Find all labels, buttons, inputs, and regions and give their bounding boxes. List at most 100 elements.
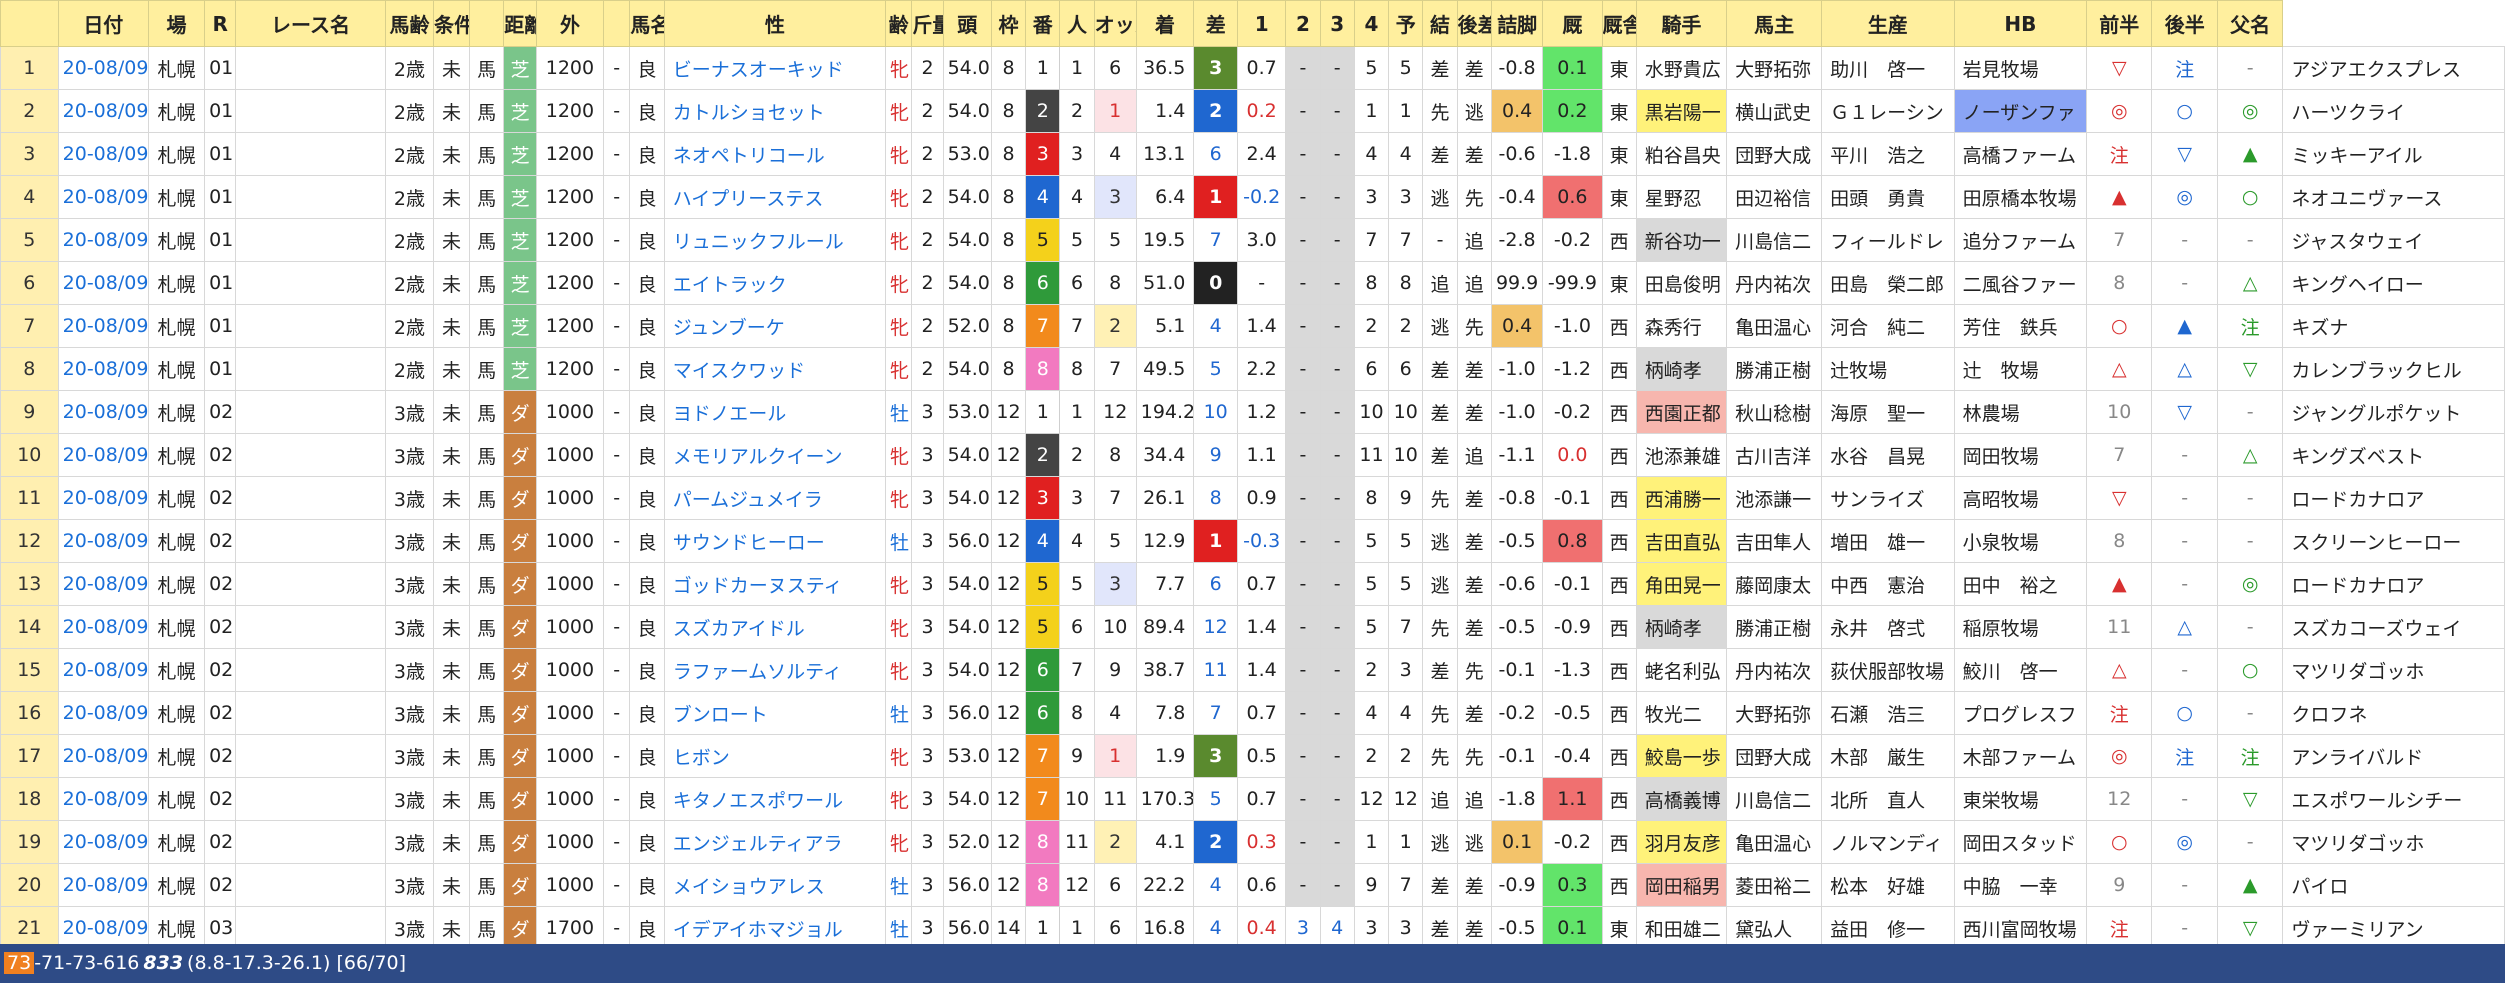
cell-horse[interactable]: ヨドノエール — [663, 390, 886, 434]
cell-horse[interactable]: ハイプリーステス — [663, 175, 886, 219]
column-header[interactable]: 馬齢 — [384, 0, 435, 47]
table-row[interactable]: 1 20-08/09 札幌 01 2歳未馬芝 1200- 良ビーナスオーキッド牝 2 54.0 8… — [0, 46, 2505, 90]
cell-date[interactable]: 20-08/09 — [57, 691, 150, 735]
table-row[interactable]: 11 20-08/09 札幌 02 3歳未馬ダ 1000- 良パームジュメイラ牝 3 54.0 1… — [0, 476, 2505, 520]
column-header[interactable]: 結 — [1422, 0, 1458, 47]
cell-date[interactable]: 20-08/09 — [57, 433, 150, 477]
cell-date[interactable]: 20-08/09 — [57, 648, 150, 692]
cell-date[interactable]: 20-08/09 — [57, 261, 150, 305]
column-header[interactable]: 2 — [1285, 0, 1321, 47]
table-row[interactable]: 19 20-08/09 札幌 02 3歳未馬ダ 1000- 良エンジェルティアラ牝 3 52.0… — [0, 820, 2505, 864]
table-row[interactable]: 10 20-08/09 札幌 02 3歳未馬ダ 1000- 良メモリアルクイーン牝 3 54.0… — [0, 433, 2505, 477]
cell-date[interactable]: 20-08/09 — [57, 476, 150, 520]
column-header[interactable]: 1 — [1236, 0, 1287, 47]
cell-date[interactable]: 20-08/09 — [57, 218, 150, 262]
cell-date[interactable]: 20-08/09 — [57, 519, 150, 563]
column-header[interactable] — [468, 0, 505, 47]
table-row[interactable]: 4 20-08/09 札幌 01 2歳未馬芝 1200- 良ハイプリーステス牝 2 54.0 8 4… — [0, 175, 2505, 219]
column-header[interactable]: 後差 — [1456, 0, 1492, 47]
column-header[interactable]: 齢 — [884, 0, 913, 47]
table-row[interactable]: 15 20-08/09 札幌 02 3歳未馬ダ 1000- 良ラファームソルティ牝 3 54.0… — [0, 648, 2505, 692]
cell-horse[interactable]: ブンロート — [663, 691, 886, 735]
cell-date[interactable]: 20-08/09 — [57, 132, 150, 176]
column-header[interactable]: レース名 — [235, 0, 386, 47]
cell-horse[interactable]: リュニックフルール — [663, 218, 886, 262]
column-header[interactable]: 前半 — [2086, 0, 2153, 47]
table-row[interactable]: 2 20-08/09 札幌 01 2歳未馬芝 1200- 良カトルショセット牝 2 54.0 8 2… — [0, 89, 2505, 133]
column-header[interactable]: 後半 — [2151, 0, 2218, 47]
column-header[interactable]: 詰脚 — [1490, 0, 1544, 47]
table-row[interactable]: 9 20-08/09 札幌 02 3歳未馬ダ 1000- 良ヨドノエール牡 3 53.0 12 1 1… — [0, 390, 2505, 434]
column-header[interactable]: 人 — [1059, 0, 1095, 47]
cell-date[interactable]: 20-08/09 — [57, 347, 150, 391]
cell-date[interactable]: 20-08/09 — [57, 390, 150, 434]
cell-horse[interactable]: サウンドヒーロー — [663, 519, 886, 563]
cell-horse[interactable]: ネオペトリコール — [663, 132, 886, 176]
cell-date[interactable]: 20-08/09 — [57, 863, 150, 907]
cell-horse[interactable]: メイショウアレス — [663, 863, 886, 907]
column-header[interactable] — [602, 0, 631, 47]
cell-date[interactable]: 20-08/09 — [57, 304, 150, 348]
cell-horse[interactable]: パームジュメイラ — [663, 476, 886, 520]
table-row[interactable]: 18 20-08/09 札幌 02 3歳未馬ダ 1000- 良キタノエスポワール牝 3 54.0… — [0, 777, 2505, 821]
column-header[interactable]: 馬主 — [1726, 0, 1823, 47]
column-header[interactable]: 頭 — [942, 0, 992, 47]
cell-horse[interactable]: スズカアイドル — [663, 605, 886, 649]
column-header[interactable]: 斤量 — [911, 0, 944, 47]
cell-date[interactable]: 20-08/09 — [57, 175, 150, 219]
column-header[interactable]: 場 — [147, 0, 206, 47]
column-header[interactable]: 父名 — [2216, 0, 2284, 47]
column-header[interactable]: R — [204, 0, 237, 47]
cell-sex: 牝 — [884, 777, 913, 821]
cell-horse[interactable]: エンジェルティアラ — [663, 820, 886, 864]
column-header[interactable]: 生産 — [1821, 0, 1955, 47]
column-header[interactable]: 着 — [1135, 0, 1195, 47]
cell-horse[interactable]: エイトラック — [663, 261, 886, 305]
cell-horse[interactable]: ヒボン — [663, 734, 886, 778]
column-header[interactable]: 3 — [1319, 0, 1355, 47]
cell-date[interactable]: 20-08/09 — [57, 89, 150, 133]
column-header[interactable]: 騎手 — [1635, 0, 1728, 47]
cell-date[interactable]: 20-08/09 — [57, 777, 150, 821]
column-header[interactable] — [0, 0, 59, 47]
cell-horse[interactable]: メモリアルクイーン — [663, 433, 886, 477]
table-row[interactable]: 20 20-08/09 札幌 02 3歳未馬ダ 1000- 良メイショウアレス牡 3 56.0 1… — [0, 863, 2505, 907]
table-row[interactable]: 7 20-08/09 札幌 01 2歳未馬芝 1200- 良ジュンブーケ牝 2 52.0 8 7 7 2… — [0, 304, 2505, 348]
column-header[interactable]: 4 — [1353, 0, 1390, 47]
cell-horse[interactable]: ゴッドカーヌスティ — [663, 562, 886, 606]
column-header[interactable]: 性 — [663, 0, 886, 47]
column-header[interactable]: 差 — [1193, 0, 1238, 47]
cell-date[interactable]: 20-08/09 — [57, 46, 150, 90]
cell-date[interactable]: 20-08/09 — [57, 820, 150, 864]
cell-horse[interactable]: ラファームソルティ — [663, 648, 886, 692]
table-row[interactable]: 12 20-08/09 札幌 02 3歳未馬ダ 1000- 良サウンドヒーロー牡 3 56.0 1… — [0, 519, 2505, 563]
cell-horse[interactable]: ジュンブーケ — [663, 304, 886, 348]
table-row[interactable]: 14 20-08/09 札幌 02 3歳未馬ダ 1000- 良スズカアイドル牝 3 54.0 12… — [0, 605, 2505, 649]
column-header[interactable]: 厩 — [1542, 0, 1603, 47]
table-row[interactable]: 6 20-08/09 札幌 01 2歳未馬芝 1200- 良エイトラック牝 2 54.0 8 6 6 8… — [0, 261, 2505, 305]
column-header[interactable]: 予 — [1388, 0, 1424, 47]
table-row[interactable]: 16 20-08/09 札幌 02 3歳未馬ダ 1000- 良ブンロート牡 3 56.0 12 6 8… — [0, 691, 2505, 735]
column-header[interactable]: 番 — [1025, 0, 1061, 47]
cell-horse[interactable]: キタノエスポワール — [663, 777, 886, 821]
column-header[interactable]: 距離 — [503, 0, 537, 47]
table-row[interactable]: 17 20-08/09 札幌 02 3歳未馬ダ 1000- 良ヒボン牝 3 53.0 12 7 9 1 1… — [0, 734, 2505, 778]
table-row[interactable]: 5 20-08/09 札幌 01 2歳未馬芝 1200- 良リュニックフルール牝 2 54.0 8… — [0, 218, 2505, 262]
cell-horse[interactable]: マイスクワッド — [663, 347, 886, 391]
cell-horse[interactable]: カトルショセット — [663, 89, 886, 133]
table-row[interactable]: 3 20-08/09 札幌 01 2歳未馬芝 1200- 良ネオペトリコール牝 2 53.0 8 3… — [0, 132, 2505, 176]
column-header[interactable]: 厩舎 — [1601, 0, 1637, 47]
cell-horse[interactable]: ビーナスオーキッド — [663, 46, 886, 90]
column-header[interactable]: HB — [1953, 0, 2088, 47]
column-header[interactable]: オッズ — [1093, 0, 1137, 47]
column-header[interactable]: 日付 — [57, 0, 150, 47]
column-header[interactable]: 枠 — [990, 0, 1027, 47]
cell-date[interactable]: 20-08/09 — [57, 605, 150, 649]
column-header[interactable]: 外 — [535, 0, 604, 47]
column-header[interactable]: 条件 — [433, 0, 470, 47]
table-row[interactable]: 8 20-08/09 札幌 01 2歳未馬芝 1200- 良マイスクワッド牝 2 54.0 8 8 8… — [0, 347, 2505, 391]
table-row[interactable]: 13 20-08/09 札幌 02 3歳未馬ダ 1000- 良ゴッドカーヌスティ牝 3 54.0… — [0, 562, 2505, 606]
cell-date[interactable]: 20-08/09 — [57, 562, 150, 606]
cell-date[interactable]: 20-08/09 — [57, 734, 150, 778]
column-header[interactable]: 馬名 — [629, 0, 665, 47]
